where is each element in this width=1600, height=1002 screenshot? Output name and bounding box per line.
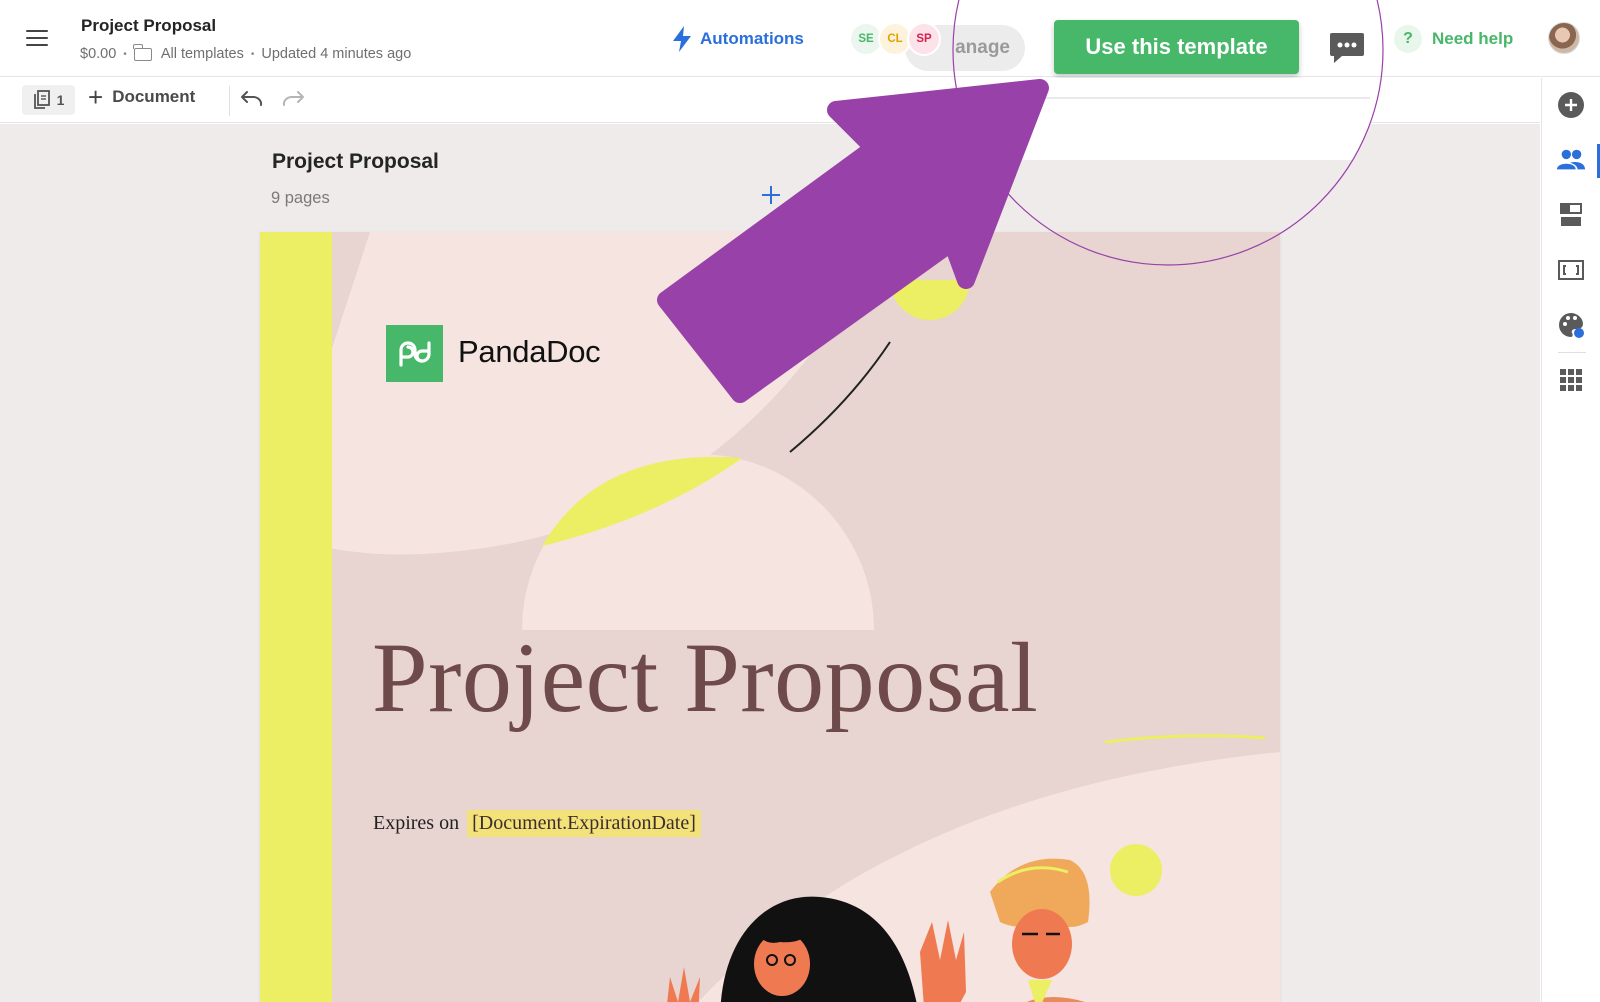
collaborator-avatars: SE CL SP [849,22,941,56]
pages-panel-button[interactable]: 1 [22,85,75,115]
editor-toolbar: 1 + Document [0,78,1540,123]
cover-heading[interactable]: Project Proposal [372,620,1038,735]
add-page-plus-icon[interactable] [760,184,782,206]
toolbar-divider [229,86,230,116]
help-icon: ? [1394,25,1422,53]
document-canvas: Project Proposal 9 pages PandaDoc Projec… [0,124,1540,1002]
document-page[interactable]: PandaDoc Project Proposal Expires on [Do… [260,232,1280,1002]
separator-dot: • [123,48,127,60]
manage-label: anage [955,37,1010,58]
plus-icon: + [88,82,104,112]
chat-bubble-icon [1330,33,1364,63]
expiration-date-variable[interactable]: [Document.ExpirationDate] [467,810,701,837]
need-help-label: Need help [1432,29,1514,48]
document-meta: $0.00 • All templates • Updated 4 minute… [80,43,412,62]
folder-link[interactable]: All templates [161,46,244,62]
add-document-label: Document [112,87,196,106]
right-sidebar [1541,78,1600,1002]
separator-dot: • [250,48,255,60]
add-circle-icon[interactable] [1556,90,1586,120]
canvas-document-title: Project Proposal [272,150,439,173]
top-header: Project Proposal $0.00 • All templates •… [0,0,1600,77]
use-template-button[interactable]: Use this template [1054,20,1299,74]
fields-icon[interactable] [1556,255,1586,285]
recipients-icon[interactable] [1556,145,1586,175]
automations-label: Automations [700,29,804,48]
lightning-icon [673,26,691,52]
pages-icon [33,90,50,109]
pages-count-label: 1 [56,92,65,108]
document-price: $0.00 [80,46,117,62]
page-count: 9 pages [271,189,330,207]
add-document-button[interactable]: + Document [88,82,196,112]
folder-icon [133,43,152,61]
pandadoc-logo-text: PandaDoc [458,334,601,369]
user-avatar[interactable] [1548,22,1580,54]
avatar-sp[interactable]: SP [907,22,941,56]
document-title[interactable]: Project Proposal [81,16,216,36]
need-help-button[interactable]: ? Need help [1394,25,1513,53]
rail-divider [1558,352,1586,353]
expires-label: Expires on [373,812,460,834]
menu-icon[interactable] [26,30,48,48]
design-palette-icon[interactable] [1556,310,1586,340]
redo-icon[interactable] [280,89,306,111]
updated-status: Updated 4 minutes ago [261,46,412,62]
pandadoc-logo-mark [386,325,443,382]
content-blocks-icon[interactable] [1556,200,1586,230]
automations-button[interactable]: Automations [672,26,804,52]
expiration-line: Expires on [Document.ExpirationDate] [373,810,701,837]
apps-grid-icon[interactable] [1556,365,1586,395]
undo-icon[interactable] [239,89,265,111]
comments-button[interactable] [1328,30,1366,66]
